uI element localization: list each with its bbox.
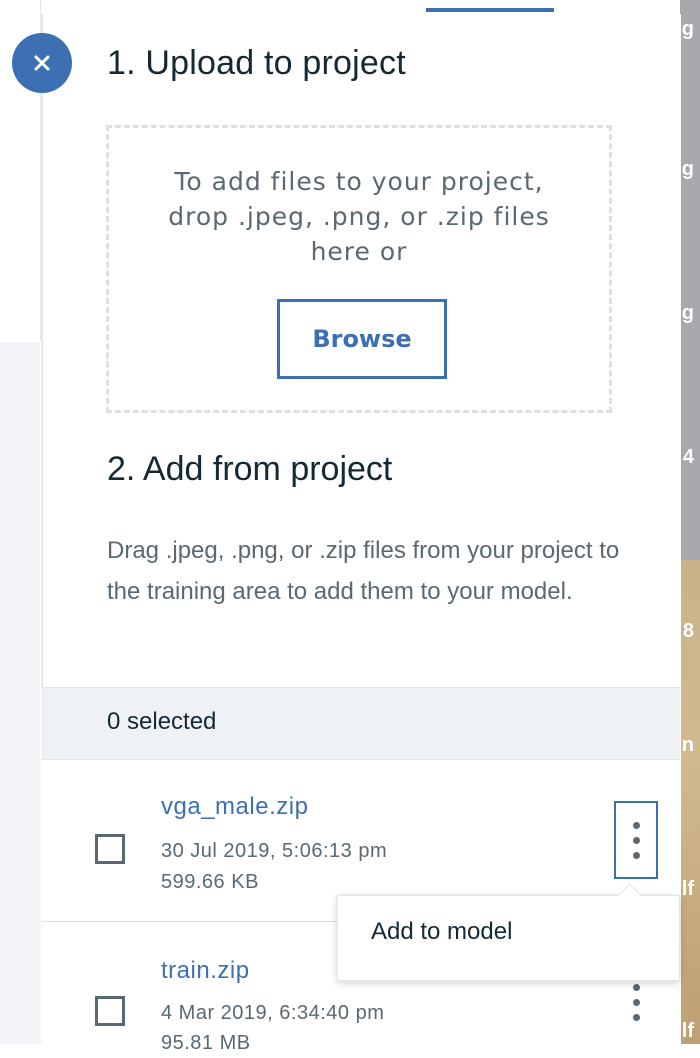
upload-section-title: 1. Upload to project: [107, 44, 406, 82]
overflow-dot-icon: [632, 836, 640, 844]
file-name[interactable]: train.zip: [161, 957, 250, 985]
browse-button[interactable]: Browse: [277, 299, 447, 379]
overflow-dot-icon: [632, 1013, 640, 1021]
selected-count: 0 selected: [107, 708, 217, 735]
file-name[interactable]: vga_male.zip: [161, 793, 308, 821]
add-section-description: Drag .jpeg, .png, or .zip files from you…: [107, 537, 620, 605]
drop-instructions: To add files to your project, drop .jpeg…: [109, 164, 609, 269]
active-tab-indicator: [426, 8, 554, 12]
file-size: 95.81 MB: [161, 1032, 251, 1054]
overflow-menu-button[interactable]: [614, 801, 658, 879]
close-button[interactable]: [12, 33, 72, 93]
file-size: 599.66 KB: [161, 871, 259, 893]
drop-instructions-line: To add files to your project,: [174, 167, 544, 196]
drop-instructions-line: drop .jpeg, .png, or .zip files: [168, 202, 550, 231]
overflow-dot-icon: [632, 851, 640, 859]
background-text: 4: [682, 446, 694, 468]
drop-instructions-line: here or: [310, 237, 408, 266]
background-text: 8: [682, 620, 694, 642]
background-right-area: g g g 4 8 n lf lf: [680, 0, 700, 1044]
background-text: g: [681, 18, 694, 40]
background-text: lf: [681, 878, 694, 900]
overflow-menu: Add to model: [337, 895, 680, 981]
background-text: n: [681, 734, 694, 756]
add-section-title: 2. Add from project: [107, 450, 393, 488]
file-date: 4 Mar 2019, 6:34:40 pm: [161, 1002, 385, 1024]
background-text: g: [681, 158, 694, 180]
overflow-dot-icon: [632, 821, 640, 829]
overflow-dot-icon: [632, 983, 640, 991]
file-checkbox[interactable]: [95, 996, 125, 1026]
background-text: g: [681, 302, 694, 324]
file-checkbox[interactable]: [95, 834, 125, 864]
menu-item-add-to-model[interactable]: Add to model: [371, 918, 512, 946]
background-text: lf: [681, 1020, 694, 1042]
overflow-dot-icon: [632, 998, 640, 1006]
close-icon: [34, 55, 50, 71]
background-top-strip: [42, 0, 680, 15]
selection-bar: 0 selected: [42, 687, 680, 760]
file-drop-zone[interactable]: To add files to your project, drop .jpeg…: [106, 125, 612, 413]
file-date: 30 Jul 2019, 5:06:13 pm: [161, 840, 388, 862]
